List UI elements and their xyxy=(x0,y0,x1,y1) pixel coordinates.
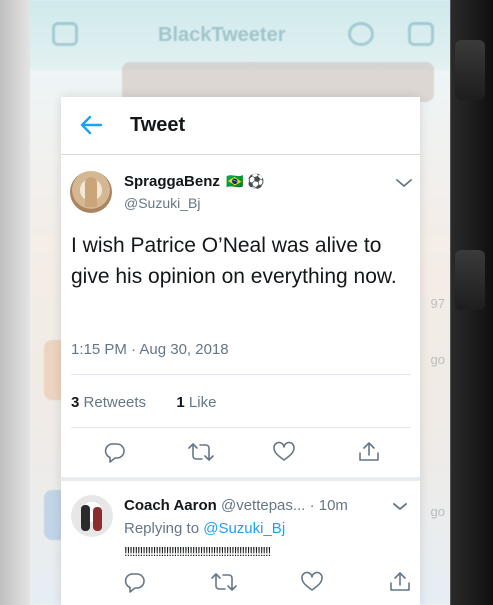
tweet-text: I wish Patrice O’Neal was alive to give … xyxy=(71,234,397,288)
divider xyxy=(71,427,411,428)
replying-to: Replying to @Suzuki_Bj xyxy=(124,520,285,537)
retweets-count: 3 xyxy=(71,394,80,411)
reply-text: !!!!!!!!!!!!!!!!!!!!!!!!!!!!!!!!!!!!!!!!… xyxy=(124,544,271,559)
divider xyxy=(71,374,411,375)
share-icon[interactable] xyxy=(389,571,411,593)
retweets-stat[interactable]: 3 Retweets xyxy=(71,394,146,411)
author-emojis: 🇧🇷 ⚽ xyxy=(226,173,265,189)
next-app-edge xyxy=(450,0,493,605)
reply-time: · 10m xyxy=(309,497,348,514)
author-avatar[interactable] xyxy=(70,171,112,213)
reply-display-name: Coach Aaron xyxy=(124,497,217,514)
author-name[interactable]: SpraggaBenz 🇧🇷 ⚽ xyxy=(124,173,265,190)
like-icon[interactable] xyxy=(301,571,323,593)
likes-label: Like xyxy=(188,394,217,411)
background-text: 97 xyxy=(430,296,445,311)
tweet-actions xyxy=(61,441,420,471)
author-handle[interactable]: @Suzuki_Bj xyxy=(124,195,200,211)
tweet-timestamp: 1:15 PM · Aug 30, 2018 xyxy=(71,341,229,358)
likes-count: 1 xyxy=(176,394,185,411)
retweets-label: Retweets xyxy=(83,394,147,411)
background-text: go xyxy=(430,504,445,519)
previous-app-edge xyxy=(0,0,34,605)
tweet-stats: 3 Retweets 1 Like xyxy=(71,394,216,411)
menu-icon xyxy=(52,22,78,46)
reply-handle: @vettepas... xyxy=(220,497,306,514)
background-image xyxy=(122,62,434,102)
author-display-name: SpraggaBenz xyxy=(124,173,220,190)
retweet-icon[interactable] xyxy=(188,441,214,463)
share-icon[interactable] xyxy=(358,441,380,463)
retweet-icon[interactable] xyxy=(211,571,237,593)
reply-icon[interactable] xyxy=(104,441,126,463)
back-arrow-icon[interactable] xyxy=(79,114,103,136)
reply-icon[interactable] xyxy=(124,571,146,593)
section-separator xyxy=(61,477,420,481)
reply-author-avatar[interactable] xyxy=(71,495,113,537)
reply-author-line[interactable]: Coach Aaron @vettepas... · 10m xyxy=(124,497,348,514)
tweet-detail-card[interactable]: Tweet SpraggaBenz 🇧🇷 ⚽ @Suzuki_Bj I wish… xyxy=(61,97,420,605)
replying-to-label: Replying to xyxy=(124,520,200,537)
replying-to-mention[interactable]: @Suzuki_Bj xyxy=(203,520,285,537)
background-app-title: BlackTweeter xyxy=(158,24,286,46)
compose-icon xyxy=(408,22,434,46)
likes-stat[interactable]: 1 Like xyxy=(176,394,216,411)
reply-actions xyxy=(61,571,420,601)
chevron-down-icon[interactable] xyxy=(392,501,408,512)
tweet-author: SpraggaBenz 🇧🇷 ⚽ @Suzuki_Bj xyxy=(70,171,415,217)
page-title: Tweet xyxy=(130,114,186,136)
background-text: go xyxy=(430,352,445,367)
like-icon[interactable] xyxy=(273,441,295,463)
chevron-down-icon[interactable] xyxy=(395,177,413,189)
refresh-icon xyxy=(348,22,374,46)
tweet-header: Tweet xyxy=(61,97,420,155)
